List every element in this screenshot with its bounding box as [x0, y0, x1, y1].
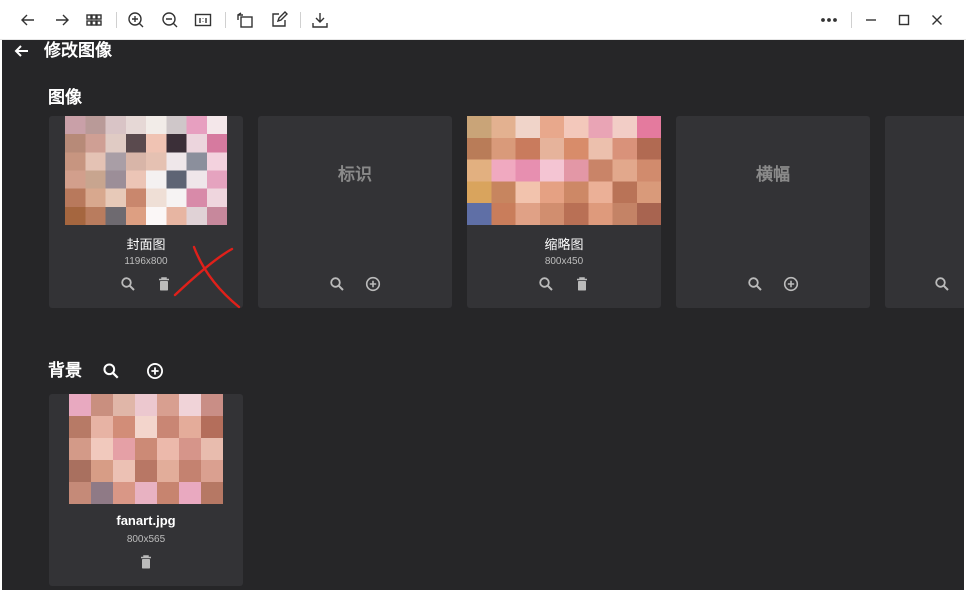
- partial-actions: [885, 273, 964, 295]
- more-icon[interactable]: [817, 8, 841, 32]
- actual-size-icon[interactable]: [191, 8, 215, 32]
- delete-icon[interactable]: [571, 273, 593, 295]
- image-card-partial[interactable]: [885, 116, 964, 308]
- delete-icon[interactable]: [153, 273, 175, 295]
- toolbar-divider: [851, 12, 852, 28]
- thumb-dimensions: 800x450: [544, 256, 584, 267]
- toolbar-divider: [225, 12, 226, 28]
- back-arrow-icon[interactable]: [12, 41, 32, 61]
- backdrop-thumbnail: [69, 394, 223, 504]
- logo-actions: [258, 273, 452, 295]
- forward-icon[interactable]: [50, 8, 74, 32]
- edit-icon[interactable]: [267, 8, 291, 32]
- grid-icon[interactable]: [82, 8, 106, 32]
- back-icon[interactable]: [16, 8, 40, 32]
- search-icon[interactable]: [535, 273, 557, 295]
- images-section-title: 图像: [48, 88, 82, 107]
- thumb-thumbnail: [467, 116, 661, 225]
- add-circle-icon[interactable]: [780, 273, 802, 295]
- window-titlebar: [0, 0, 966, 40]
- banner-label: 横幅: [756, 165, 790, 184]
- primary-label: 封面图: [126, 237, 166, 252]
- banner-actions: [676, 273, 870, 295]
- download-icon[interactable]: [308, 8, 332, 32]
- page-title: 修改图像: [44, 41, 112, 60]
- backdrops-section-title: 背景: [48, 361, 82, 380]
- image-card-logo[interactable]: 标识: [258, 116, 452, 308]
- thumb-label: 缩略图: [544, 237, 584, 252]
- backdrop-label: fanart.jpg: [116, 513, 176, 528]
- logo-label: 标识: [338, 165, 372, 184]
- close-icon[interactable]: [925, 8, 949, 32]
- rotate-icon[interactable]: [233, 8, 257, 32]
- primary-dimensions: 1196x800: [124, 256, 168, 267]
- search-icon[interactable]: [117, 273, 139, 295]
- zoom-out-icon[interactable]: [158, 8, 182, 32]
- image-card-primary[interactable]: 封面图 1196x800: [49, 116, 243, 308]
- backdrop-dimensions: 800x565: [126, 534, 166, 545]
- search-icon[interactable]: [931, 273, 953, 295]
- image-card-banner[interactable]: 横幅: [676, 116, 870, 308]
- primary-actions: [49, 273, 243, 295]
- thumb-actions: [467, 273, 661, 295]
- toolbar-divider: [300, 12, 301, 28]
- search-icon[interactable]: [326, 273, 348, 295]
- add-circle-icon[interactable]: [144, 360, 166, 382]
- maximize-icon[interactable]: [892, 8, 916, 32]
- edit-images-page: 修改图像 图像 封面图 1196x800 标识 缩略图 800x450 横幅 背…: [2, 40, 964, 590]
- search-icon[interactable]: [744, 273, 766, 295]
- toolbar-divider: [116, 12, 117, 28]
- delete-icon[interactable]: [135, 551, 157, 573]
- primary-thumbnail: [65, 116, 227, 225]
- image-card-thumb[interactable]: 缩略图 800x450: [467, 116, 661, 308]
- backdrop-actions: [49, 551, 243, 573]
- search-icon[interactable]: [100, 360, 122, 382]
- backdrop-card[interactable]: fanart.jpg 800x565: [49, 394, 243, 586]
- zoom-in-icon[interactable]: [124, 8, 148, 32]
- page-header: 修改图像: [2, 40, 964, 62]
- minimize-icon[interactable]: [859, 8, 883, 32]
- add-circle-icon[interactable]: [362, 273, 384, 295]
